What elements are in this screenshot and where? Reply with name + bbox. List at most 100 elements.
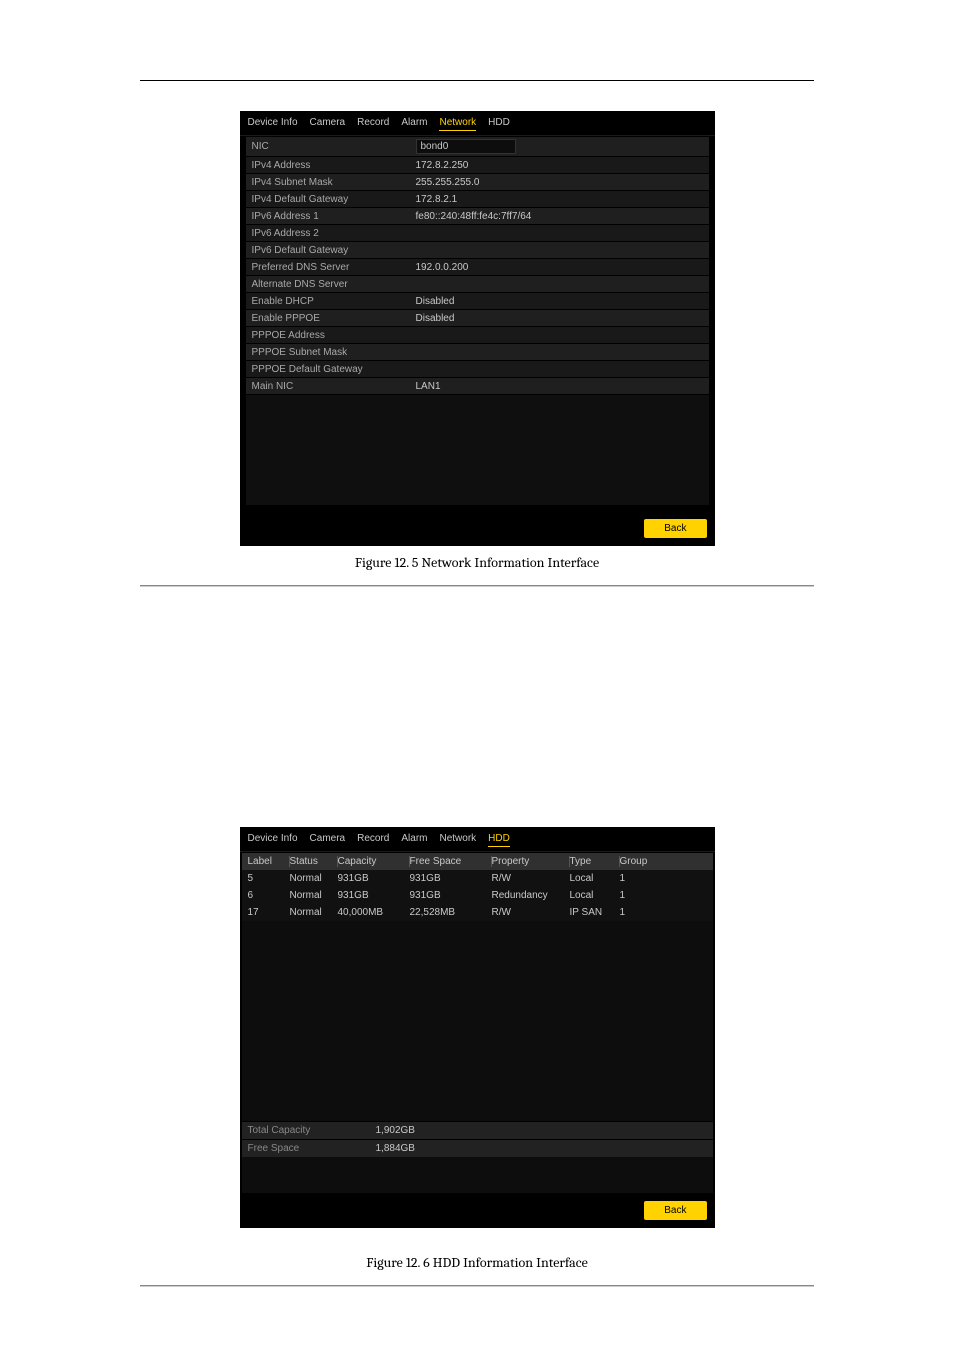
- tab-network-2[interactable]: Network: [439, 833, 476, 847]
- header-type[interactable]: Type: [570, 856, 620, 867]
- summary-label-free: Free Space: [248, 1143, 376, 1154]
- value-ipv6-addr1: fe80::240:48ff:fe4c:7ff7/64: [410, 209, 709, 224]
- row-pref-dns: Preferred DNS Server 192.0.0.200: [246, 259, 709, 276]
- summary-value-free: 1,884GB: [376, 1143, 707, 1154]
- figure-caption-1: Figure 12. 5 Network Information Interfa…: [140, 554, 814, 571]
- cell-status: Normal: [290, 907, 338, 918]
- label-nic: NIC: [246, 139, 410, 154]
- row-nic: NIC bond0: [246, 137, 709, 157]
- value-ipv6-addr2: [410, 231, 709, 235]
- header-status[interactable]: Status: [290, 856, 338, 867]
- value-dhcp: Disabled: [410, 294, 709, 309]
- label-ipv6-addr2: IPv6 Address 2: [246, 226, 410, 241]
- cell-group: 1: [620, 890, 707, 901]
- summary-free-space: Free Space 1,884GB: [242, 1139, 713, 1157]
- cell-status: Normal: [290, 873, 338, 884]
- cell-label: 6: [248, 890, 290, 901]
- cell-type: IP SAN: [570, 907, 620, 918]
- tab-hdd[interactable]: HDD: [488, 117, 510, 131]
- label-ipv6-addr1: IPv6 Address 1: [246, 209, 410, 224]
- table-row[interactable]: 6 Normal 931GB 931GB Redundancy Local 1: [242, 887, 713, 904]
- back-button[interactable]: Back: [644, 519, 706, 538]
- label-main-nic: Main NIC: [246, 379, 410, 394]
- row-alt-dns: Alternate DNS Server: [246, 276, 709, 293]
- tab-camera-2[interactable]: Camera: [310, 833, 346, 847]
- hdd-panel: Device Info Camera Record Alarm Network …: [240, 827, 715, 1228]
- row-main-nic: Main NIC LAN1: [246, 378, 709, 395]
- label-pppoe-mask: PPPOE Subnet Mask: [246, 345, 410, 360]
- row-ipv6-gw: IPv6 Default Gateway: [246, 242, 709, 259]
- value-pppoe-addr: [410, 333, 709, 337]
- row-pppoe-gw: PPPOE Default Gateway: [246, 361, 709, 378]
- label-dhcp: Enable DHCP: [246, 294, 410, 309]
- cell-capacity: 931GB: [338, 890, 410, 901]
- label-pppoe-addr: PPPOE Address: [246, 328, 410, 343]
- cell-property: R/W: [492, 907, 570, 918]
- table-header: Label Status Capacity Free Space Propert…: [242, 853, 713, 870]
- tab-bar-2: Device Info Camera Record Alarm Network …: [240, 827, 715, 852]
- network-panel: Device Info Camera Record Alarm Network …: [240, 111, 715, 546]
- tab-camera[interactable]: Camera: [310, 117, 346, 131]
- tab-record[interactable]: Record: [357, 117, 389, 131]
- table-row[interactable]: 17 Normal 40,000MB 22,528MB R/W IP SAN 1: [242, 904, 713, 921]
- value-pppoe-gw: [410, 367, 709, 371]
- label-ipv4-addr: IPv4 Address: [246, 158, 410, 173]
- cell-property: Redundancy: [492, 890, 570, 901]
- figure-caption-2: Figure 12. 6 HDD Information Interface: [140, 1254, 814, 1271]
- row-ipv4-mask: IPv4 Subnet Mask 255.255.255.0: [246, 174, 709, 191]
- cell-free-space: 931GB: [410, 873, 492, 884]
- cell-free-space: 22,528MB: [410, 907, 492, 918]
- cell-group: 1: [620, 873, 707, 884]
- empty-area: [242, 921, 713, 1121]
- tab-alarm[interactable]: Alarm: [401, 117, 427, 131]
- empty-area: [242, 1157, 713, 1193]
- header-label[interactable]: Label: [248, 856, 290, 867]
- row-ipv6-addr1: IPv6 Address 1 fe80::240:48ff:fe4c:7ff7/…: [246, 208, 709, 225]
- header-group[interactable]: Group: [620, 856, 707, 867]
- row-pppoe-mask: PPPOE Subnet Mask: [246, 344, 709, 361]
- cell-type: Local: [570, 890, 620, 901]
- summary-label-total: Total Capacity: [248, 1125, 376, 1136]
- tab-network[interactable]: Network: [439, 117, 476, 131]
- label-ipv6-gw: IPv6 Default Gateway: [246, 243, 410, 258]
- tab-record-2[interactable]: Record: [357, 833, 389, 847]
- label-pppoe-gw: PPPOE Default Gateway: [246, 362, 410, 377]
- tab-device-info[interactable]: Device Info: [248, 117, 298, 131]
- value-ipv6-gw: [410, 248, 709, 252]
- value-pppoe: Disabled: [410, 311, 709, 326]
- summary-total-capacity: Total Capacity 1,902GB: [242, 1121, 713, 1139]
- label-alt-dns: Alternate DNS Server: [246, 277, 410, 292]
- label-ipv4-gw: IPv4 Default Gateway: [246, 192, 410, 207]
- back-button[interactable]: Back: [644, 1201, 706, 1220]
- row-ipv4-gw: IPv4 Default Gateway 172.8.2.1: [246, 191, 709, 208]
- header-capacity[interactable]: Capacity: [338, 856, 410, 867]
- label-ipv4-mask: IPv4 Subnet Mask: [246, 175, 410, 190]
- table-row[interactable]: 5 Normal 931GB 931GB R/W Local 1: [242, 870, 713, 887]
- value-ipv4-addr: 172.8.2.250: [410, 158, 709, 173]
- row-dhcp: Enable DHCP Disabled: [246, 293, 709, 310]
- row-pppoe-addr: PPPOE Address: [246, 327, 709, 344]
- tab-device-info-2[interactable]: Device Info: [248, 833, 298, 847]
- value-nic[interactable]: bond0: [416, 139, 516, 154]
- empty-area: [246, 395, 709, 505]
- value-ipv4-mask: 255.255.255.0: [410, 175, 709, 190]
- cell-status: Normal: [290, 890, 338, 901]
- cell-capacity: 40,000MB: [338, 907, 410, 918]
- cell-group: 1: [620, 907, 707, 918]
- summary-value-total: 1,902GB: [376, 1125, 707, 1136]
- tab-hdd-2[interactable]: HDD: [488, 833, 510, 847]
- row-pppoe: Enable PPPOE Disabled: [246, 310, 709, 327]
- cell-label: 5: [248, 873, 290, 884]
- header-free-space[interactable]: Free Space: [410, 856, 492, 867]
- header-property[interactable]: Property: [492, 856, 570, 867]
- row-ipv6-addr2: IPv6 Address 2: [246, 225, 709, 242]
- value-pref-dns: 192.0.0.200: [410, 260, 709, 275]
- tab-alarm-2[interactable]: Alarm: [401, 833, 427, 847]
- cell-property: R/W: [492, 873, 570, 884]
- value-ipv4-gw: 172.8.2.1: [410, 192, 709, 207]
- cell-label: 17: [248, 907, 290, 918]
- cell-free-space: 931GB: [410, 890, 492, 901]
- cell-type: Local: [570, 873, 620, 884]
- value-main-nic: LAN1: [410, 379, 709, 394]
- value-alt-dns: [410, 282, 709, 286]
